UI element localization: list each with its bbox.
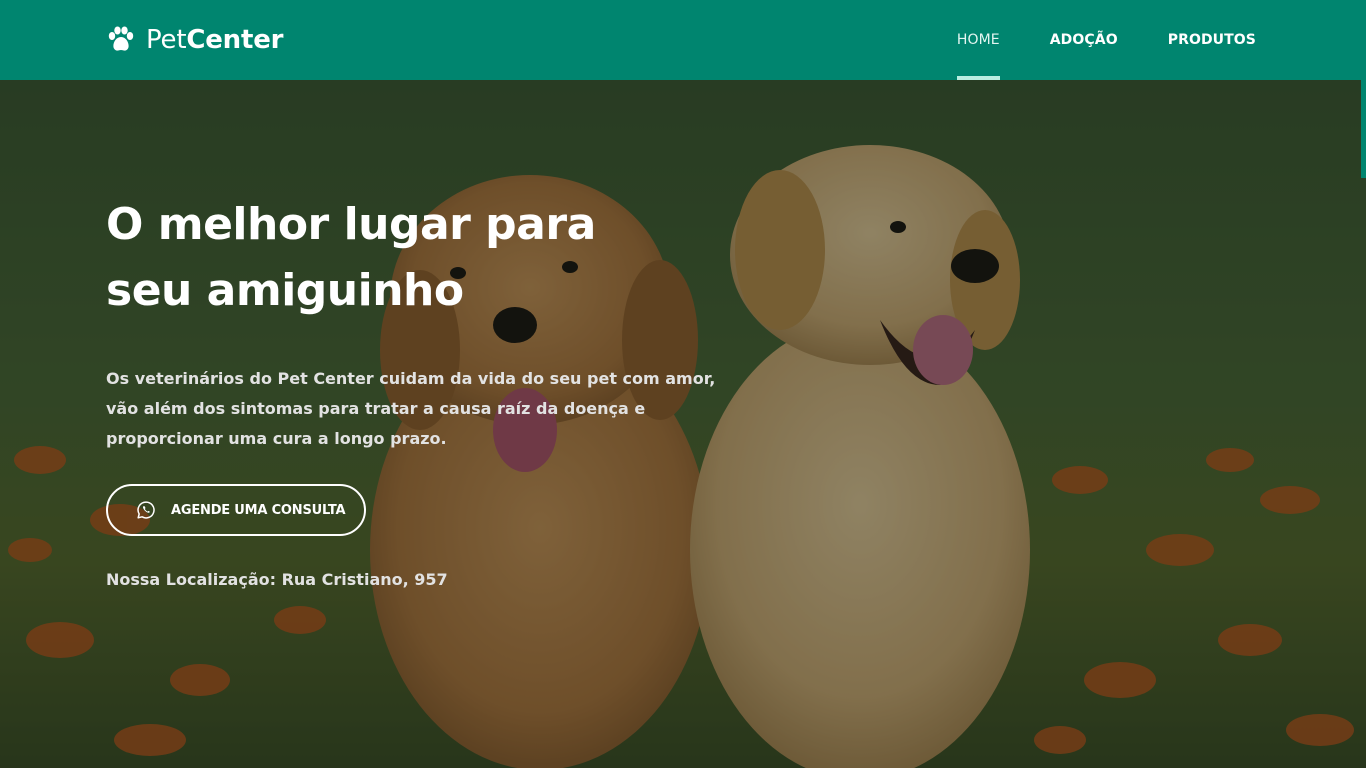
scrollbar-thumb[interactable] [1361,80,1366,178]
whatsapp-icon [137,501,155,519]
schedule-appointment-button[interactable]: AGENDE UMA CONSULTA [106,484,366,536]
hero-content: O melhor lugar para seu amiguinho Os vet… [106,192,746,589]
hero-description: Os veterinários do Pet Center cuidam da … [106,369,716,448]
hero-section: O melhor lugar para seu amiguinho Os vet… [0,80,1366,768]
brand-logo[interactable]: PetCenter [106,24,283,56]
location-text: Nossa Localização: Rua Cristiano, 957 [106,570,448,589]
nav-link-adocao[interactable]: ADOÇÃO [1050,0,1118,80]
paw-icon [108,26,134,51]
navbar: PetCenter HOME ADOÇÃO PRODUTOS [0,0,1366,80]
schedule-appointment-label: AGENDE UMA CONSULTA [171,502,346,518]
brand-name-center: Center [186,25,284,55]
hero-title: O melhor lugar para seu amiguinho [106,199,596,316]
brand-name: PetCenter [146,25,283,55]
nav-links: HOME ADOÇÃO PRODUTOS [907,0,1256,80]
nav-link-home[interactable]: HOME [956,0,1000,80]
nav-link-produtos[interactable]: PRODUTOS [1168,0,1256,80]
brand-name-pet: Pet [146,25,187,55]
